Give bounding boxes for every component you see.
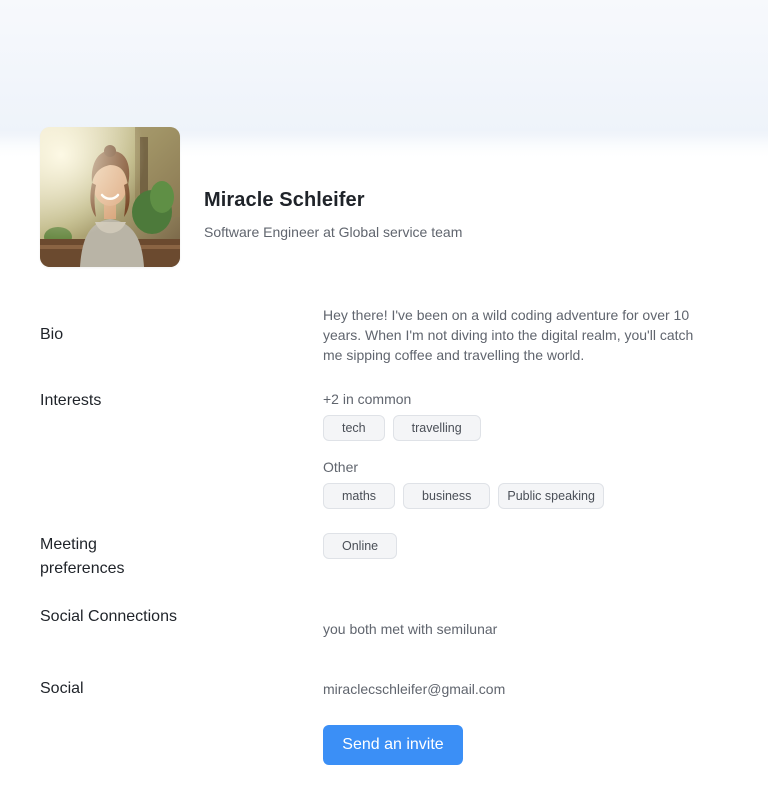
bio-text: Hey there! I've been on a wild coding ad… xyxy=(323,307,694,363)
avatar xyxy=(40,127,180,267)
meeting-option-chip[interactable]: Online xyxy=(323,533,398,559)
interests-common-label: +2 in common xyxy=(323,391,412,407)
send-invite-button[interactable]: Send an invite xyxy=(323,725,463,765)
bio-label: Bio xyxy=(40,326,64,343)
profile-name: Miracle Schleifer xyxy=(204,189,365,211)
social-label: Social xyxy=(40,680,84,697)
interests-label: Interests xyxy=(40,392,102,409)
interest-chip[interactable]: Public speaking xyxy=(498,483,604,509)
social-connections-text: you both met with semilunar xyxy=(323,621,498,637)
interest-chip[interactable]: travelling xyxy=(392,415,481,441)
interests-other-list: maths business Public speaking xyxy=(323,483,604,509)
avatar-photo xyxy=(40,127,180,267)
meeting-options-list: Online xyxy=(323,533,398,559)
social-email[interactable]: miraclecschleifer@gmail.com xyxy=(323,679,505,699)
interest-chip[interactable]: tech xyxy=(323,415,385,441)
interests-other-label: Other xyxy=(323,459,359,475)
interests-common-list: tech travelling xyxy=(323,415,481,441)
interest-chip[interactable]: maths xyxy=(323,483,396,509)
social-connections-label: Social Connections xyxy=(40,608,177,625)
profile-title: Software Engineer at Global service team xyxy=(204,224,463,240)
interest-chip[interactable]: business xyxy=(403,483,491,509)
meeting-preferences-label: Meeting preferences xyxy=(40,536,125,577)
